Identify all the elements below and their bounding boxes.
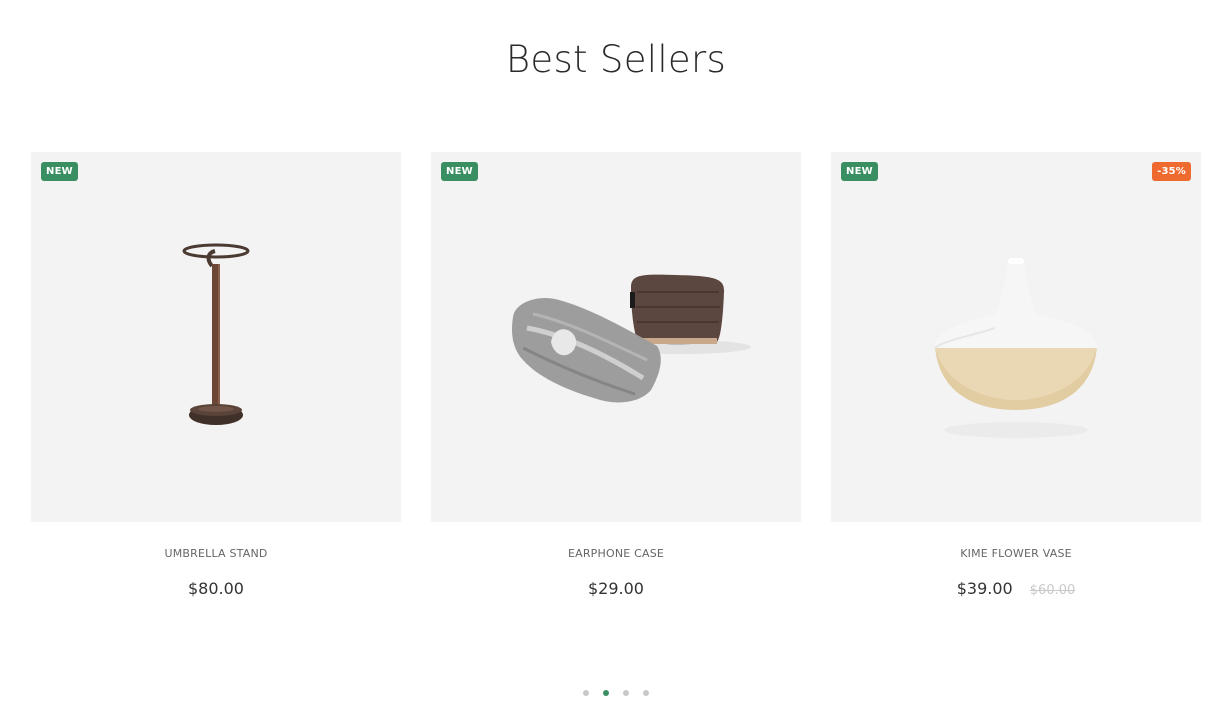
pagination-dot[interactable] [623,690,629,696]
product-card[interactable]: NEW UMBRELLA STAND $80.00 [31,152,401,598]
product-old-price: $60.00 [1029,583,1076,598]
product-image[interactable]: NEW [431,152,801,522]
product-card[interactable]: NEW -35% KIME FLOWER VASE $39.00 $60.00 [831,152,1201,598]
pagination-dot-active[interactable] [603,690,609,696]
product-carousel: NEW UMBRELLA STAND $80.00 NEW EARPHONE C… [31,152,1201,612]
price-row: $39.00 $60.00 [831,579,1201,598]
product-price: $29.00 [588,579,644,598]
carousel-pagination [0,690,1232,696]
product-name[interactable]: EARPHONE CASE [431,547,801,560]
product-name[interactable]: UMBRELLA STAND [31,547,401,560]
product-price: $80.00 [188,579,244,598]
pagination-dot[interactable] [643,690,649,696]
section-title: Best Sellers [505,38,727,81]
product-card[interactable]: NEW EARPHONE CASE $29.00 [431,152,801,598]
product-image[interactable]: NEW [31,152,401,522]
price-row: $80.00 [31,579,401,598]
earphone-case-image [512,274,751,403]
price-row: $29.00 [431,579,801,598]
pagination-dot[interactable] [583,690,589,696]
product-name[interactable]: KIME FLOWER VASE [831,547,1201,560]
product-image[interactable]: NEW -35% [831,152,1201,522]
umbrella-stand-image [182,243,250,425]
product-price: $39.00 [956,579,1013,598]
flower-vase-image [934,258,1097,438]
